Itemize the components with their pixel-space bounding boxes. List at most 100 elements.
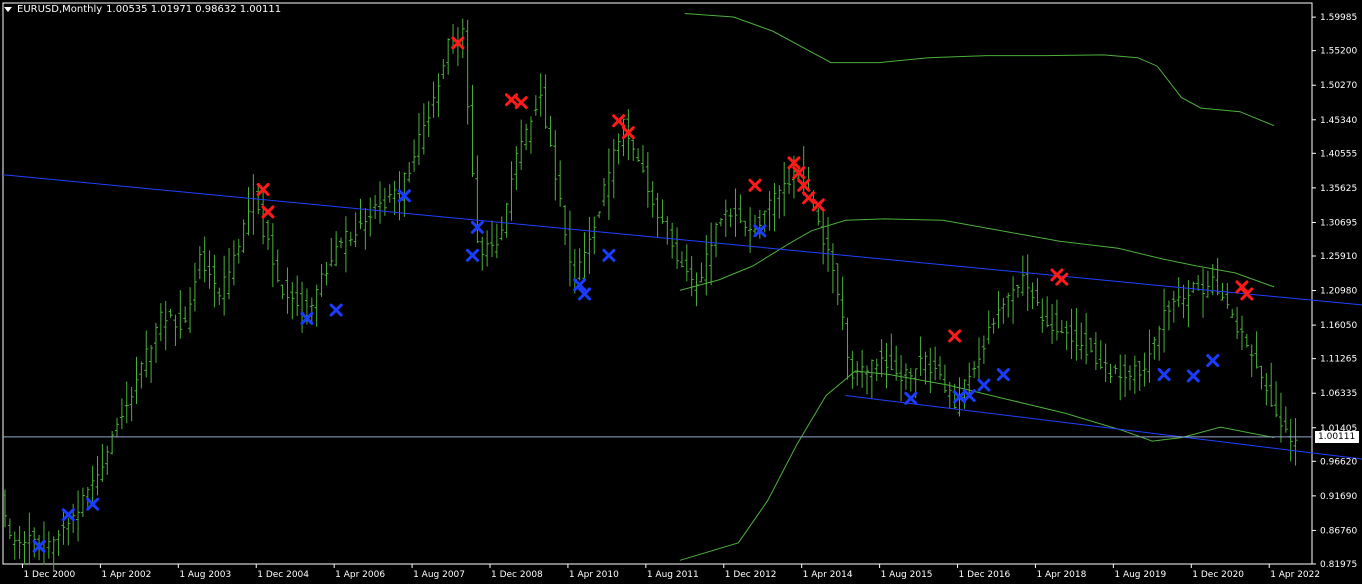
price-bar	[602, 178, 607, 207]
price-bar	[290, 282, 295, 320]
price-bar	[743, 220, 748, 237]
price-bar	[3, 489, 7, 528]
symbol-label: EURUSD,Monthly	[17, 4, 103, 15]
y-tick-label: 1.40555	[1320, 149, 1357, 159]
price-bar	[1098, 340, 1103, 370]
price-bar	[12, 531, 17, 560]
price-bar	[1186, 280, 1191, 328]
trend-channel[interactable]	[2, 174, 1362, 469]
buy-signal-marker	[996, 368, 1010, 382]
price-bar	[178, 290, 183, 339]
x-tick-label: 1 Apr 2022	[1270, 570, 1320, 580]
signal-markers	[32, 36, 1254, 553]
price-bar	[1166, 300, 1171, 331]
price-bar	[1025, 254, 1030, 311]
sell-signal-marker	[612, 114, 626, 128]
y-tick-label: 1.50270	[1320, 81, 1357, 91]
channel-line	[2, 174, 1362, 306]
price-bar	[567, 210, 572, 287]
y-tick-label: 0.91690	[1320, 492, 1357, 502]
price-bar	[660, 199, 665, 224]
price-bar	[665, 216, 670, 245]
price-bar	[650, 181, 655, 218]
price-bar	[1181, 284, 1186, 319]
price-bar	[66, 517, 71, 546]
price-bar	[17, 525, 22, 559]
price-bar	[446, 38, 451, 75]
price-bar	[353, 212, 358, 248]
price-bar	[840, 276, 845, 331]
price-bar	[1147, 329, 1152, 383]
price-bar	[319, 264, 324, 297]
price-bar	[879, 339, 884, 378]
sell-signal-marker	[514, 96, 528, 110]
price-bar	[1093, 332, 1098, 370]
time-axis[interactable]: 1 Dec 2000 1 Apr 2002 1 Aug 2003 1 Dec 2004…	[21, 564, 1320, 580]
price-bar	[22, 531, 27, 565]
price-bar	[519, 119, 524, 170]
buy-signal-marker	[466, 248, 480, 262]
price-bar	[728, 208, 733, 228]
price-bar	[1006, 292, 1011, 318]
price-bar	[1074, 307, 1079, 361]
price-bar	[1127, 365, 1132, 391]
price-bar	[227, 247, 232, 300]
price-bar	[1162, 288, 1167, 353]
x-tick-label: 1 Aug 2011	[647, 570, 699, 580]
price-bar	[864, 365, 869, 395]
buy-signal-marker	[977, 378, 991, 392]
price-bar	[563, 204, 568, 245]
price-bar	[387, 184, 392, 203]
price-bar	[168, 308, 173, 318]
x-tick-label: 1 Dec 2008	[491, 570, 543, 580]
price-bar	[202, 236, 207, 283]
price-bar	[309, 297, 314, 323]
price-bar	[640, 145, 645, 174]
price-bar	[494, 223, 499, 259]
x-tick-label: 1 Apr 2006	[335, 570, 385, 580]
price-bar	[270, 223, 275, 288]
price-bar	[300, 281, 305, 333]
price-bar	[1001, 297, 1006, 324]
x-tick-label: 1 Dec 2012	[725, 570, 777, 580]
sell-signal-marker	[948, 329, 962, 343]
price-bar	[197, 246, 202, 280]
price-bar	[377, 181, 382, 224]
price-bar	[1274, 381, 1279, 418]
price-bar	[115, 417, 120, 438]
price-bar	[431, 81, 436, 118]
price-bar	[76, 490, 81, 542]
price-bar	[61, 508, 66, 545]
price-bar	[616, 133, 621, 165]
plot-border	[2, 2, 1313, 565]
price-bar	[1045, 296, 1050, 328]
price-bar	[363, 207, 368, 250]
sell-signal-marker	[504, 93, 518, 107]
price-bar	[538, 73, 543, 117]
price-bar	[295, 275, 300, 317]
price-axis[interactable]: 1.59985 1.55200 1.50270 1.45340 1.40555 1.356…	[1312, 13, 1357, 570]
dropdown-arrow-icon[interactable]	[4, 7, 12, 12]
price-bar	[1191, 281, 1196, 293]
price-bar	[952, 383, 957, 410]
price-bar	[767, 191, 772, 231]
price-bar	[124, 381, 129, 424]
x-tick-label: 1 Dec 2000	[23, 570, 75, 580]
price-bar	[738, 194, 743, 224]
price-chart[interactable]: 1.59985 1.55200 1.50270 1.45340 1.40555 1.356…	[0, 0, 1362, 584]
y-tick-label: 1.55200	[1320, 47, 1357, 57]
price-bar	[1249, 344, 1254, 378]
price-bar	[558, 160, 563, 207]
price-bar	[577, 248, 582, 281]
price-bar	[348, 231, 353, 246]
price-bar	[1040, 298, 1045, 333]
price-bar	[1225, 283, 1230, 309]
price-bar	[183, 306, 188, 324]
price-bar	[548, 115, 553, 148]
buy-signal-marker	[1206, 354, 1220, 368]
price-bar	[670, 222, 675, 259]
price-bar	[684, 244, 689, 282]
price-bar	[426, 101, 431, 138]
price-bar	[1011, 276, 1016, 324]
price-bar	[582, 232, 587, 282]
